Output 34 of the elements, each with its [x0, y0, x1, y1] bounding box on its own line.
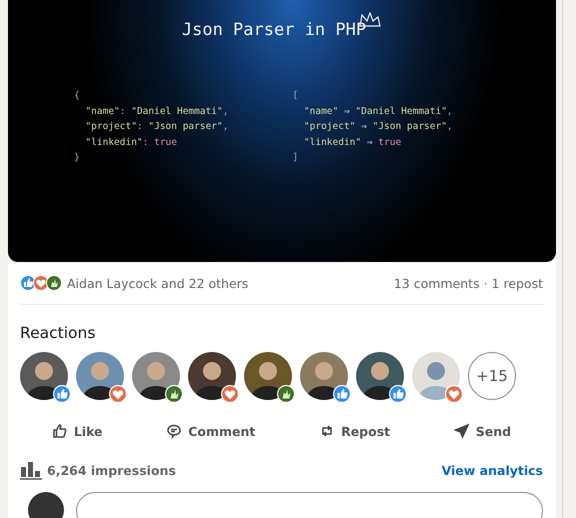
code-line: ]	[292, 151, 300, 165]
comment-button[interactable]: Comment	[158, 417, 264, 445]
avatar[interactable]	[244, 352, 292, 400]
avatar[interactable]	[132, 352, 180, 400]
code-line: "project" ⇒ "Json parser",	[302, 120, 453, 134]
user-avatar	[28, 492, 64, 518]
speech-bubble-icon	[166, 423, 182, 439]
like-button[interactable]: Like	[44, 417, 111, 445]
view-analytics-link[interactable]: View analytics	[442, 462, 543, 478]
post-image[interactable]: Json Parser in PHP { "name": "Daniel Hemmati", "project": "Json parser", "linkedin": true } [ "name" ⇒ "Daniel Hemmati", "project" ⇒ "Json parser", "linkedin" ⇒ true ]	[8, 0, 556, 262]
code-line: }	[74, 151, 81, 165]
code-line: [	[292, 89, 300, 103]
send-button[interactable]: Send	[446, 417, 520, 445]
reactors-text[interactable]: Aidan Laycock and 22 others	[67, 276, 248, 290]
thumbs-up-icon	[52, 423, 68, 439]
avatar[interactable]	[356, 352, 404, 400]
code-line: "name": "Daniel Hemmati",	[84, 104, 228, 118]
poster-title: Json Parser in PHP	[182, 20, 366, 40]
bar-chart-icon	[20, 460, 42, 480]
code-line: {	[74, 89, 81, 103]
impressions-count: 6,264 impressions	[47, 462, 176, 478]
code-line: "project": "Json parser",	[84, 120, 228, 134]
comments-reposts-count[interactable]: 13 comments · 1 repost	[394, 276, 543, 290]
reactions-title: Reactions	[20, 324, 96, 342]
avatar[interactable]	[20, 352, 68, 400]
avatar[interactable]	[300, 352, 348, 400]
code-line: "linkedin": true	[84, 136, 178, 150]
avatar[interactable]	[76, 352, 124, 400]
repost-button[interactable]: Repost	[311, 417, 398, 445]
avatar[interactable]	[188, 352, 236, 400]
more-reactions-button[interactable]: +15	[468, 352, 516, 400]
code-line: "name" ⇒ "Daniel Hemmati",	[302, 104, 453, 118]
send-icon	[454, 423, 470, 439]
code-line: "linkedin" ⇒ true	[302, 136, 402, 150]
